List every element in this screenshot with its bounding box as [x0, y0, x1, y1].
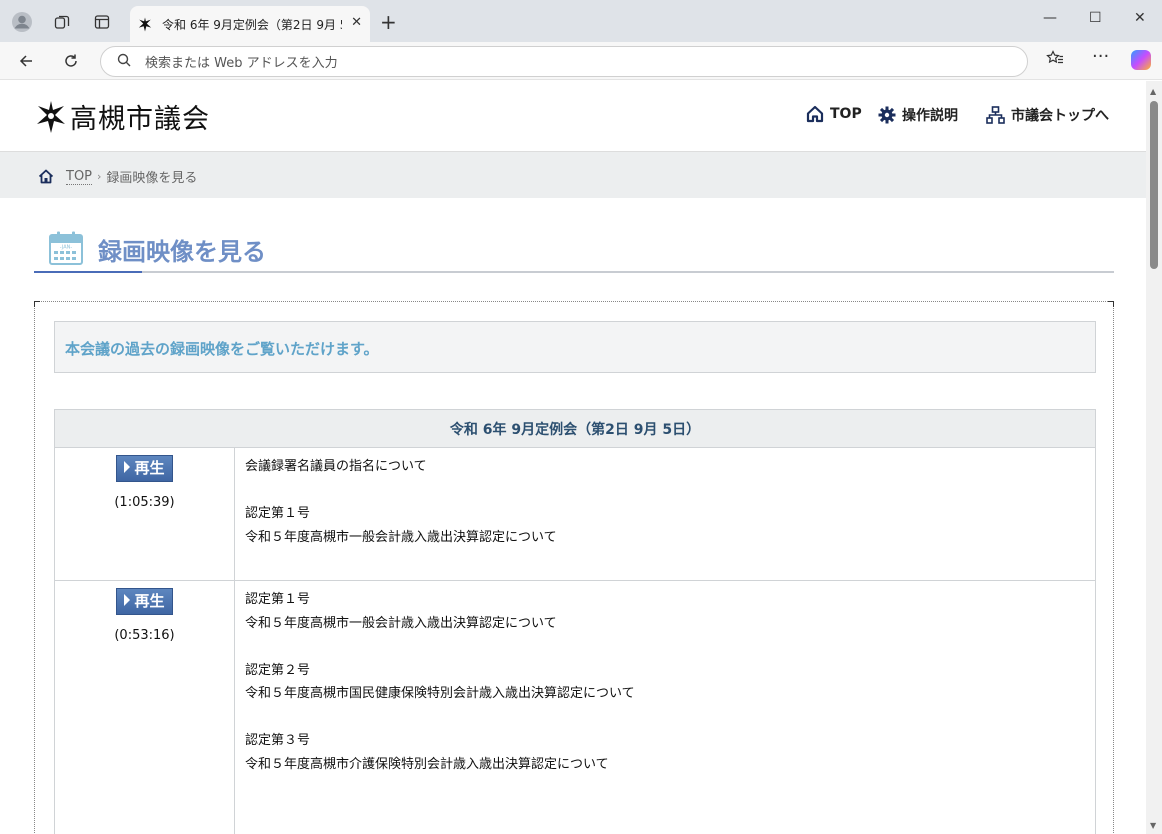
gear-icon: [878, 106, 896, 124]
web-page: 高槻市議会 TOP 操作説明 市議会トップへ TOP › 録画映像を見る -JA…: [0, 81, 1146, 834]
play-button-label: 再生: [134, 459, 165, 477]
title-underline-accent: [34, 271, 142, 273]
close-tab-icon[interactable]: ✕: [351, 15, 362, 30]
table-row: 再生 (0:53:16) 認定第１号 令和５年度高槻市一般会計歳入歳出決算認定に…: [54, 580, 1096, 834]
sitemap-icon: [986, 106, 1005, 124]
nav-council-top-link[interactable]: 市議会トップへ: [986, 105, 1109, 125]
copilot-icon[interactable]: [1131, 50, 1151, 70]
breadcrumb-separator: ›: [97, 170, 102, 183]
nav-council-top-label: 市議会トップへ: [1011, 108, 1109, 124]
city-emblem-icon: [37, 100, 65, 133]
corner-mark: [34, 301, 40, 307]
profile-icon[interactable]: [8, 8, 36, 36]
calendar-icon: -JAN-: [49, 231, 83, 265]
search-icon: [117, 53, 131, 71]
breadcrumb-current: 録画映像を見る: [106, 171, 198, 186]
collections-icon[interactable]: [48, 8, 76, 36]
lead-box: 本会議の過去の録画映像をご覧いただけます。: [54, 321, 1096, 373]
browser-tab-active[interactable]: 令和 6年 9月定例会（第2日 9月 5日） ✕: [130, 6, 370, 42]
agenda-cell: 認定第１号 令和５年度高槻市一般会計歳入歳出決算認定について 認定第２号 令和５…: [234, 580, 1096, 834]
scroll-up-icon[interactable]: ▲: [1150, 87, 1156, 96]
refresh-icon[interactable]: [58, 48, 84, 74]
session-title: 令和 6年 9月定例会（第2日 9月 5日）: [54, 409, 1096, 448]
nav-top-link[interactable]: TOP: [806, 105, 862, 123]
back-arrow-icon[interactable]: [13, 48, 39, 74]
corner-mark: [1108, 301, 1114, 307]
video-content-box: 本会議の過去の録画映像をご覧いただけます。 令和 6年 9月定例会（第2日 9月…: [34, 301, 1114, 834]
agenda-cell: 会議録署名議員の指名について 認定第１号 令和５年度高槻市一般会計歳入歳出決算認…: [234, 447, 1096, 581]
play-triangle-icon: [124, 594, 131, 606]
tab-actions-icon[interactable]: [88, 8, 116, 36]
video-duration: (1:05:39): [114, 495, 175, 510]
more-menu-icon[interactable]: ···: [1092, 46, 1109, 67]
agenda-item: 令和５年度高槻市介護保険特別会計歳入歳出決算認定について: [245, 756, 609, 772]
favorites-star-icon[interactable]: [1046, 50, 1064, 70]
play-button[interactable]: 再生: [116, 588, 173, 615]
maximize-icon[interactable]: ☐: [1089, 10, 1102, 26]
site-favicon-icon: [138, 16, 152, 32]
home-icon[interactable]: [38, 169, 54, 184]
nav-help-label: 操作説明: [902, 108, 958, 124]
logo-text: 高槻市議会: [70, 104, 210, 135]
minimize-icon[interactable]: —: [1043, 10, 1057, 26]
scroll-down-icon[interactable]: ▼: [1150, 821, 1156, 830]
tab-title: 令和 6年 9月定例会（第2日 9月 5日）: [162, 17, 342, 32]
video-duration: (0:53:16): [114, 628, 175, 643]
page-title: 録画映像を見る: [98, 238, 266, 266]
site-header: 高槻市議会 TOP 操作説明 市議会トップへ: [0, 81, 1146, 151]
play-cell: 再生 (1:05:39): [54, 447, 235, 581]
new-tab-icon[interactable]: +: [380, 10, 397, 34]
agenda-item: 令和５年度高槻市一般会計歳入歳出決算認定について: [245, 529, 557, 545]
scrollbar-thumb[interactable]: [1150, 101, 1158, 269]
table-row: 再生 (1:05:39) 会議録署名議員の指名について 認定第１号 令和５年度高…: [54, 447, 1096, 581]
browser-tab-bar: 令和 6年 9月定例会（第2日 9月 5日） ✕ + — ☐ ✕: [0, 0, 1162, 42]
home-icon: [806, 105, 824, 123]
video-table: 令和 6年 9月定例会（第2日 9月 5日） 再生 (1:05:39) 会議録署…: [54, 409, 1096, 834]
site-logo[interactable]: 高槻市議会: [36, 97, 210, 136]
breadcrumb: TOP › 録画映像を見る: [0, 151, 1146, 198]
address-bar[interactable]: 検索または Web アドレスを入力: [100, 46, 1028, 77]
calendar-icon-text: -JAN-: [60, 245, 73, 251]
close-window-icon[interactable]: ✕: [1134, 10, 1146, 26]
play-button[interactable]: 再生: [116, 455, 173, 482]
nav-top-label: TOP: [830, 106, 862, 122]
nav-help-link[interactable]: 操作説明: [878, 105, 958, 125]
page-scrollbar[interactable]: ▲ ▼: [1146, 81, 1162, 834]
play-triangle-icon: [124, 461, 131, 473]
address-placeholder: 検索または Web アドレスを入力: [145, 56, 338, 71]
page-title-section: -JAN- 録画映像を見る: [34, 221, 1114, 273]
play-cell: 再生 (0:53:16): [54, 580, 235, 834]
browser-toolbar: 検索または Web アドレスを入力 ···: [0, 42, 1162, 80]
breadcrumb-top-link[interactable]: TOP: [66, 169, 93, 185]
play-button-label: 再生: [134, 592, 165, 610]
lead-text: 本会議の過去の録画映像をご覧いただけます。: [65, 340, 379, 358]
